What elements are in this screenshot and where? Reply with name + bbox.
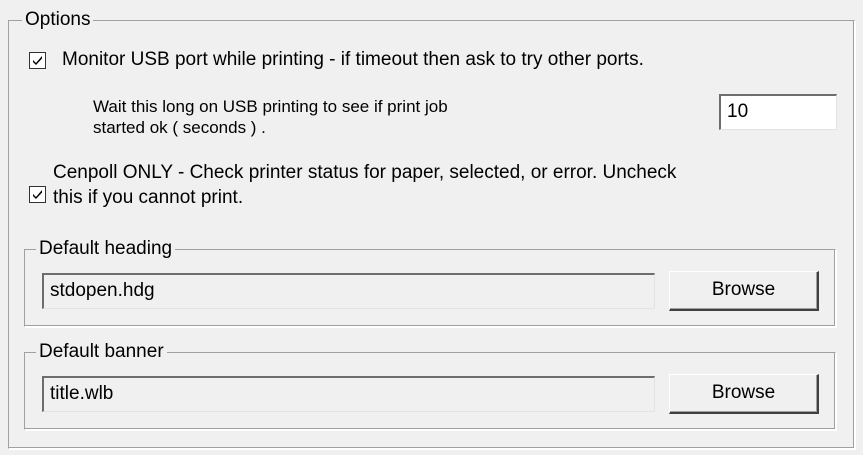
default-banner-legend: Default banner — [36, 341, 167, 363]
default-heading-legend: Default heading — [36, 238, 176, 260]
cenpoll-checkbox[interactable] — [29, 186, 46, 203]
wait-usb-label-line2: started ok ( seconds ) . — [93, 118, 266, 137]
cenpoll-label-line2: this if you cannot print. — [53, 187, 244, 208]
default-heading-browse-button[interactable]: Browse — [669, 271, 819, 311]
monitor-usb-label: Monitor USB port while printing - if tim… — [62, 49, 644, 70]
monitor-usb-checkbox[interactable] — [29, 52, 46, 69]
cenpoll-label-line1: Cenpoll ONLY - Check printer status for … — [53, 162, 677, 183]
checkmark-icon — [33, 190, 42, 199]
wait-seconds-input[interactable]: 10 — [719, 94, 837, 130]
wait-usb-label-line1: Wait this long on USB printing to see if… — [93, 97, 448, 116]
checkmark-icon — [33, 56, 42, 65]
default-banner-browse-button[interactable]: Browse — [669, 374, 819, 414]
default-heading-field[interactable]: stdopen.hdg — [42, 273, 655, 309]
default-banner-field[interactable]: title.wlb — [42, 376, 655, 412]
options-legend: Options — [22, 9, 94, 31]
